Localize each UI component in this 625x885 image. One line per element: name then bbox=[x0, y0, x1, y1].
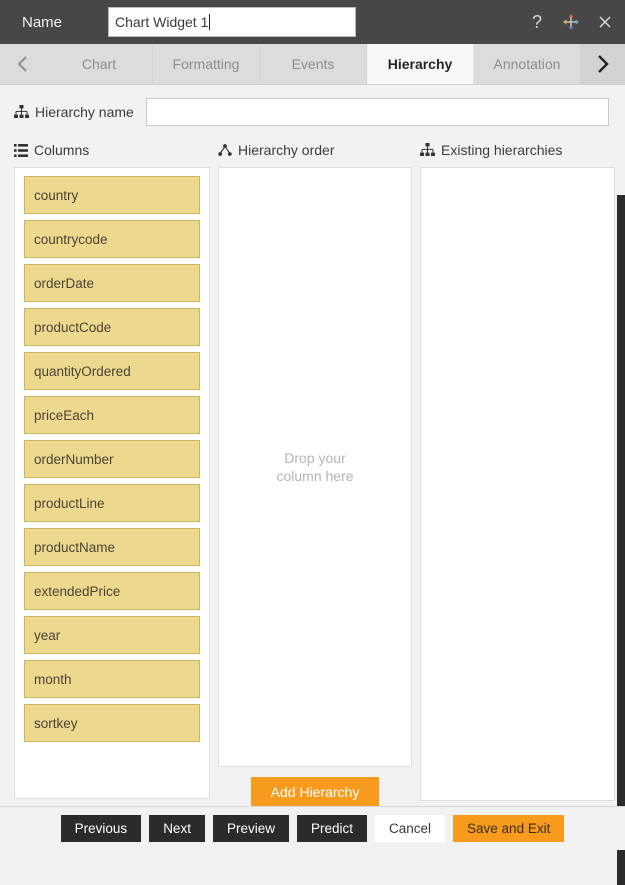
column-item-label: orderDate bbox=[34, 275, 95, 291]
preview-button[interactable]: Preview bbox=[212, 815, 289, 842]
widget-name-value: Chart Widget 1 bbox=[115, 14, 209, 30]
hierarchy-panel-content: Hierarchy name Columns country countryco… bbox=[0, 85, 625, 885]
hierarchy-name-input[interactable] bbox=[146, 98, 609, 126]
column-item-label: country bbox=[34, 187, 79, 203]
existing-hierarchies-panel-header: Existing hierarchies bbox=[420, 139, 615, 161]
hierarchy-order-panel-title: Hierarchy order bbox=[238, 142, 335, 158]
tab-hierarchy[interactable]: Hierarchy bbox=[367, 44, 474, 84]
hierarchy-order-panel: Hierarchy order Drop your column here Ad… bbox=[218, 139, 412, 806]
columns-panel: Columns country countrycode orderDate pr… bbox=[14, 139, 210, 806]
existing-hierarchies-list[interactable] bbox=[420, 167, 615, 801]
footer-button-bar: Previous Next Preview Predict Cancel Sav… bbox=[0, 806, 625, 850]
columns-panel-header: Columns bbox=[14, 139, 210, 161]
column-item-label: productName bbox=[34, 539, 116, 555]
existing-hierarchies-panel: Existing hierarchies bbox=[420, 139, 615, 806]
tab-label: Hierarchy bbox=[387, 56, 453, 72]
tree-branch-icon bbox=[218, 143, 232, 156]
next-button[interactable]: Next bbox=[149, 815, 205, 842]
tab-scroll-left-button[interactable] bbox=[0, 44, 46, 84]
column-item-label: productCode bbox=[34, 319, 112, 335]
text-caret bbox=[209, 14, 211, 30]
tab-annotation[interactable]: Annotation bbox=[474, 44, 581, 84]
question-mark-icon[interactable]: ? bbox=[527, 12, 547, 32]
column-item[interactable]: sortkey bbox=[24, 704, 200, 742]
vertical-scrollbar[interactable] bbox=[617, 195, 625, 885]
column-item[interactable]: productLine bbox=[24, 484, 200, 522]
add-hierarchy-button-wrap: Add Hierarchy bbox=[218, 777, 412, 806]
titlebar-icon-group: ? bbox=[527, 0, 615, 44]
column-item-label: year bbox=[34, 627, 61, 643]
column-item-label: priceEach bbox=[34, 407, 95, 423]
column-item-label: extendedPrice bbox=[34, 583, 121, 599]
hierarchy-name-label-group: Hierarchy name bbox=[14, 104, 146, 120]
predict-button[interactable]: Predict bbox=[296, 815, 367, 842]
save-and-exit-button[interactable]: Save and Exit bbox=[453, 815, 565, 842]
existing-hierarchies-panel-title: Existing hierarchies bbox=[441, 142, 563, 158]
column-item[interactable]: priceEach bbox=[24, 396, 200, 434]
tab-label: Formatting bbox=[172, 56, 240, 72]
chevron-right-icon bbox=[598, 55, 609, 73]
column-item[interactable]: quantityOrdered bbox=[24, 352, 200, 390]
column-item-label: sortkey bbox=[34, 715, 78, 731]
hierarchy-name-label: Hierarchy name bbox=[35, 104, 134, 120]
list-icon bbox=[14, 143, 28, 157]
column-item-label: productLine bbox=[34, 495, 105, 511]
column-item[interactable]: extendedPrice bbox=[24, 572, 200, 610]
move-arrows-icon[interactable] bbox=[561, 12, 581, 32]
column-item[interactable]: countrycode bbox=[24, 220, 200, 258]
tab-label: Chart bbox=[81, 56, 117, 72]
column-item-label: orderNumber bbox=[34, 451, 114, 467]
hierarchy-order-panel-header: Hierarchy order bbox=[218, 139, 412, 161]
column-item-label: countrycode bbox=[34, 231, 108, 247]
column-item[interactable]: orderNumber bbox=[24, 440, 200, 478]
previous-button[interactable]: Previous bbox=[60, 815, 142, 842]
column-item[interactable]: productCode bbox=[24, 308, 200, 346]
column-item[interactable]: orderDate bbox=[24, 264, 200, 302]
tab-label: Annotation bbox=[493, 56, 561, 72]
sitemap-icon bbox=[14, 105, 29, 118]
column-item[interactable]: country bbox=[24, 176, 200, 214]
close-icon[interactable] bbox=[595, 12, 615, 32]
hierarchy-name-row: Hierarchy name bbox=[0, 85, 625, 129]
panels-row: Columns country countrycode orderDate pr… bbox=[0, 129, 625, 806]
chevron-left-icon bbox=[17, 56, 27, 72]
column-item[interactable]: month bbox=[24, 660, 200, 698]
tab-label: Events bbox=[291, 56, 335, 72]
dropzone-placeholder: Drop your column here bbox=[276, 450, 354, 484]
column-item-label: quantityOrdered bbox=[34, 363, 131, 379]
name-label: Name bbox=[22, 13, 63, 31]
tab-formatting[interactable]: Formatting bbox=[153, 44, 260, 84]
column-item[interactable]: productName bbox=[24, 528, 200, 566]
tab-bar: Chart Formatting Events Hierarchy Annota… bbox=[0, 44, 625, 85]
hierarchy-order-dropzone[interactable]: Drop your column here bbox=[218, 167, 412, 767]
tab-chart[interactable]: Chart bbox=[46, 44, 153, 84]
tab-events[interactable]: Events bbox=[260, 44, 367, 84]
add-hierarchy-button[interactable]: Add Hierarchy bbox=[250, 777, 380, 806]
columns-panel-title: Columns bbox=[34, 142, 90, 158]
svg-text:?: ? bbox=[532, 13, 542, 31]
column-item[interactable]: year bbox=[24, 616, 200, 654]
sitemap-icon bbox=[420, 143, 435, 156]
cancel-button[interactable]: Cancel bbox=[375, 815, 446, 842]
window-titlebar: Name Chart Widget 1 ? bbox=[0, 0, 625, 44]
column-item-label: month bbox=[34, 671, 72, 687]
widget-name-input[interactable]: Chart Widget 1 bbox=[108, 7, 356, 37]
tab-scroll-right-button[interactable] bbox=[581, 44, 625, 84]
columns-list: country countrycode orderDate productCod… bbox=[14, 167, 210, 799]
